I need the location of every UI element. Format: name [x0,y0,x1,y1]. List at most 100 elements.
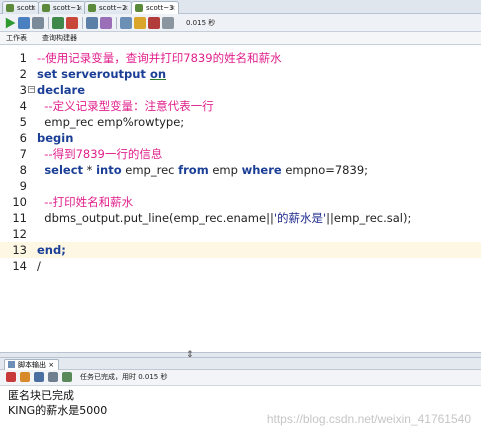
pin-icon[interactable] [6,372,16,382]
code-line[interactable]: 9 [0,178,481,194]
save-icon[interactable] [34,372,44,382]
tab-scott-3[interactable]: scott~3 × [131,1,179,14]
code-text: set serveroutput on [37,66,166,82]
database-icon [42,4,50,12]
code-token: select [44,163,84,177]
code-text: end; [37,242,66,258]
code-text: select * into emp_rec from emp where emp… [37,162,368,178]
tab-scott[interactable]: scott × [2,1,40,14]
code-line[interactable]: 10 --打印姓名和薪水 [0,194,481,210]
code-line[interactable]: 6 begin [0,130,481,146]
code-text: --得到7839一行的信息 [37,146,162,162]
code-token: --使用记录变量，查询并打印7839的姓名和薪水 [37,51,282,65]
database-icon [6,4,14,12]
database-icon [135,4,143,12]
code-token: dbms_output.put_line(emp_rec.ename|| [37,211,274,225]
code-line[interactable]: 7 --得到7839一行的信息 [0,146,481,162]
line-number: 9 [19,179,27,193]
output-toolbar: 任务已完成，用时 0.015 秒 [0,370,481,386]
autotrace-icon[interactable] [100,17,112,29]
toolbar-separator [48,17,49,29]
line-number: 2 [19,67,27,81]
line-number: 11 [12,211,27,225]
code-token: * [83,163,97,177]
code-line[interactable]: 11 dbms_output.put_line(emp_rec.ename||'… [0,210,481,226]
tab-scott-1[interactable]: scott~1 × [38,1,86,14]
code-text: / [37,258,41,274]
code-text: begin [37,130,73,146]
line-number: 14 [12,259,27,273]
tab-worksheet[interactable]: 工作表 [6,33,27,44]
execution-timer: 0.015 秒 [186,19,216,27]
code-line[interactable]: 1 --使用记录变量，查询并打印7839的姓名和薪水 [0,50,481,66]
output-tab-strip: 脚本输出 × [0,358,481,370]
commit-icon[interactable] [32,17,44,29]
tab-script-output-label: 脚本输出 [18,361,46,369]
run-script-icon[interactable] [18,17,30,29]
code-text: --打印姓名和薪水 [37,194,133,210]
history-icon[interactable] [148,17,160,29]
explain-plan-icon[interactable] [86,17,98,29]
code-token: empno=7839; [281,163,369,177]
output-line: 匿名块已完成 [8,389,74,402]
code-token: end; [37,243,66,257]
line-number: 12 [12,227,27,241]
code-line[interactable]: 2 set serveroutput on [0,66,481,82]
line-number: 7 [19,147,27,161]
code-token: emp_rec [121,163,179,177]
line-number: 1 [19,51,27,65]
code-token: ||emp_rec.sal); [326,211,412,225]
close-icon[interactable]: × [123,2,129,14]
code-text: --使用记录变量，查询并打印7839的姓名和薪水 [37,50,282,66]
clear-icon[interactable] [120,17,132,29]
eraser-icon[interactable] [20,372,30,382]
code-token: on [149,67,167,81]
code-text: dbms_output.put_line(emp_rec.ename||'的薪水… [37,210,411,226]
fold-toggle-icon[interactable]: − [28,86,35,93]
editor-subtabs: 工作表 查询构建器 [0,32,481,45]
code-token: / [37,259,41,273]
code-line[interactable]: 12 [0,226,481,242]
code-line[interactable]: 4 --定义记录型变量：注意代表一行 [0,98,481,114]
code-token: from [178,163,209,177]
open-file-icon[interactable] [62,372,72,382]
worksheet-toolbar: 0.015 秒 [0,14,481,32]
line-number: 3 [19,83,27,97]
close-icon[interactable]: × [77,2,83,14]
code-line[interactable]: 13 end; [0,242,481,258]
sql-editor[interactable]: 1 --使用记录变量，查询并打印7839的姓名和薪水 2 set serveroutp… [0,45,481,352]
sql-tuning-icon[interactable] [66,17,78,29]
code-line[interactable]: 8 select * into emp_rec from emp where e… [0,162,481,178]
print-icon[interactable] [48,372,58,382]
close-icon[interactable]: × [170,2,176,14]
code-line[interactable]: 14 / [0,258,481,274]
code-token: into [96,163,122,177]
code-text: declare [37,82,85,98]
code-token: --得到7839一行的信息 [37,147,163,161]
tab-script-output[interactable]: 脚本输出 × [4,359,60,370]
code-text: emp_rec emp%rowtype; [37,114,184,130]
code-line[interactable]: 3− declare [0,82,481,98]
code-token: declare [37,83,86,97]
unshared-icon[interactable] [162,17,174,29]
close-icon[interactable]: × [30,2,36,14]
script-output-text: 匿名块已完成 KING的薪水是5000 https://blog.csdn.ne… [0,386,481,437]
code-token: set serveroutput [37,67,150,81]
format-icon[interactable] [134,17,146,29]
rollback-icon[interactable] [52,17,64,29]
close-icon[interactable]: × [48,361,54,369]
output-line: KING的薪水是5000 [8,404,108,417]
script-output-icon [8,361,15,368]
code-token: --定义记录型变量：注意代表一行 [37,99,214,113]
toolbar-separator [116,17,117,29]
tab-scott-2[interactable]: scott~2 × [84,1,132,14]
line-number: 13 [12,243,27,257]
run-icon[interactable] [5,17,16,29]
code-token: '的薪水是' [273,211,327,225]
watermark: https://blog.csdn.net/weixin_41761540 [266,412,471,426]
line-number: 4 [19,99,27,113]
line-number: 10 [12,195,27,209]
line-number: 8 [19,163,27,177]
code-line[interactable]: 5 emp_rec emp%rowtype; [0,114,481,130]
tab-query-builder[interactable]: 查询构建器 [42,33,77,44]
